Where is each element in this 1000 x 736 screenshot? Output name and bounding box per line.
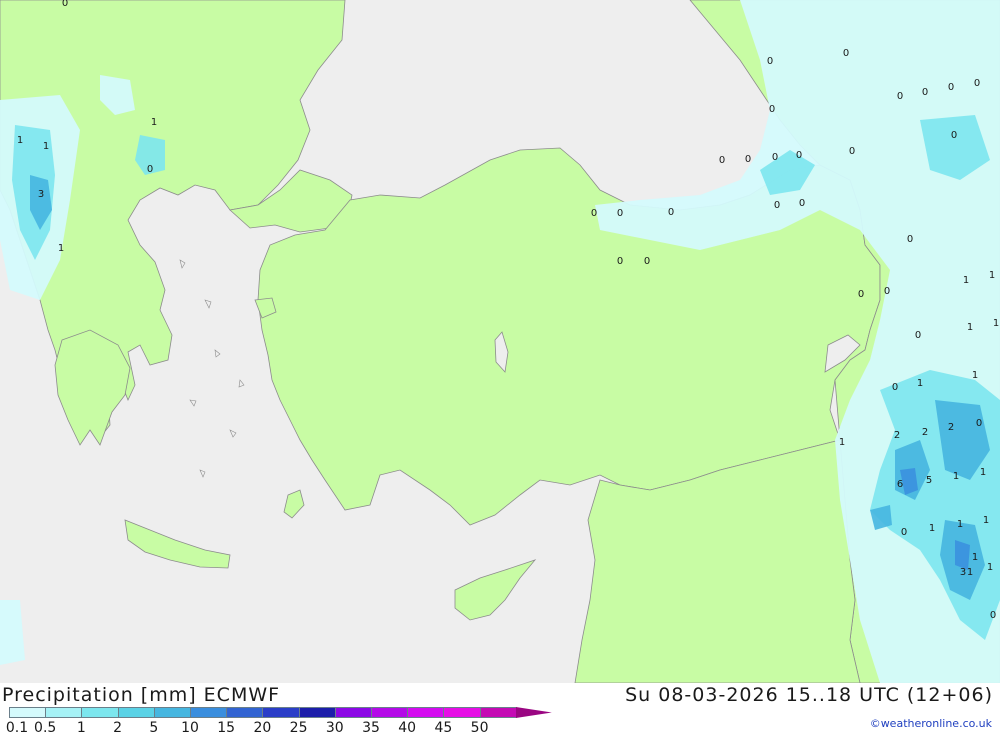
map-label: 0 bbox=[951, 130, 957, 141]
scale-swatch bbox=[153, 707, 191, 718]
map-label: 2 bbox=[948, 422, 954, 433]
map-label: 6 bbox=[897, 479, 903, 490]
map-label: 1 bbox=[953, 471, 959, 482]
map-label: 0 bbox=[767, 56, 773, 67]
scale-swatch bbox=[9, 707, 47, 718]
map-label: 1 bbox=[993, 318, 999, 329]
map-label: 0 bbox=[907, 234, 913, 245]
map-label: 0 bbox=[843, 48, 849, 59]
map-label: 1 bbox=[17, 135, 23, 146]
map-label: 1 bbox=[967, 322, 973, 333]
map-label: 0 bbox=[897, 91, 903, 102]
map-label: 1 bbox=[980, 467, 986, 478]
map-label: 1 bbox=[963, 275, 969, 286]
map-label: 0 bbox=[772, 152, 778, 163]
map-label: 0 bbox=[799, 198, 805, 209]
scale-swatch bbox=[298, 707, 336, 718]
scale-swatch bbox=[515, 707, 552, 718]
map-label: 3 bbox=[960, 567, 966, 578]
scale-swatch bbox=[190, 707, 228, 718]
scale-tick-label: 45 bbox=[434, 720, 453, 736]
scale-tick-label: 50 bbox=[470, 720, 489, 736]
scale-tick-label: 0.5 bbox=[34, 720, 57, 736]
map-label: 1 bbox=[983, 515, 989, 526]
scale-tick-label: 5 bbox=[149, 720, 159, 736]
scale-tick-label: 10 bbox=[181, 720, 199, 736]
scale-tick-label: 30 bbox=[325, 720, 344, 736]
map-label: 1 bbox=[967, 567, 973, 578]
map-label: 1 bbox=[957, 519, 963, 530]
map-label: 0 bbox=[884, 286, 890, 297]
map-label: 0 bbox=[644, 256, 650, 267]
map-label: 0 bbox=[62, 0, 68, 9]
map-label: 0 bbox=[591, 208, 597, 219]
scale-tick-label: 1 bbox=[76, 720, 86, 736]
map-title: Precipitation [mm] ECMWF bbox=[2, 684, 281, 706]
map-label: 0 bbox=[796, 150, 802, 161]
map-label: 5 bbox=[926, 475, 932, 486]
map-label: 0 bbox=[976, 418, 982, 429]
scale-swatch bbox=[443, 707, 481, 718]
scale-swatch bbox=[45, 707, 83, 718]
scale-swatch bbox=[226, 707, 264, 718]
map-label: 0 bbox=[901, 527, 907, 538]
map-label: 0 bbox=[617, 208, 623, 219]
map-label: 1 bbox=[151, 117, 157, 128]
map-label: 1 bbox=[972, 370, 978, 381]
forecast-datetime: Su 08-03-2026 15..18 UTC (12+06) bbox=[625, 684, 993, 706]
scale-swatch bbox=[479, 707, 517, 718]
scale-tick-label: 20 bbox=[253, 720, 272, 736]
map-label: 0 bbox=[774, 200, 780, 211]
credit-link[interactable]: ©weatheronline.co.uk bbox=[870, 717, 992, 730]
scale-tick-label: 35 bbox=[362, 720, 380, 736]
map-label: 0 bbox=[948, 82, 954, 93]
scale-swatch bbox=[81, 707, 119, 718]
scale-swatch bbox=[371, 707, 409, 718]
map-label: 0 bbox=[617, 256, 623, 267]
map-label: 1 bbox=[917, 378, 923, 389]
scale-tick-label: 15 bbox=[217, 720, 236, 736]
map-label: 0 bbox=[990, 610, 996, 621]
map-label: 0 bbox=[892, 382, 898, 393]
map-label: 1 bbox=[58, 243, 64, 254]
scale-swatch bbox=[262, 707, 300, 718]
map-label: 3 bbox=[38, 189, 44, 200]
scale-swatch bbox=[407, 707, 445, 718]
map-label: 2 bbox=[894, 430, 900, 441]
map-label: 1 bbox=[839, 437, 845, 448]
scale-tick-label: 0.1 bbox=[5, 720, 29, 736]
scale-tick-label: 2 bbox=[113, 720, 123, 736]
map-label: 2 bbox=[922, 427, 928, 438]
map-label: 0 bbox=[858, 289, 864, 300]
scale-swatch bbox=[334, 707, 372, 718]
map-label: 1 bbox=[989, 270, 995, 281]
map-label: 1 bbox=[929, 523, 935, 534]
scale-tick-label: 40 bbox=[398, 720, 417, 736]
map-label: 0 bbox=[668, 207, 674, 218]
footer-bar: Precipitation [mm] ECMWF Su 08-03-2026 1… bbox=[0, 683, 1000, 736]
map-label: 1 bbox=[43, 141, 49, 152]
map-label: 0 bbox=[915, 330, 921, 341]
map-label: 0 bbox=[849, 146, 855, 157]
map-label: 1 bbox=[972, 552, 978, 563]
map-label: 0 bbox=[769, 104, 775, 115]
map-label: 0 bbox=[147, 164, 153, 175]
scale-tick-label: 25 bbox=[289, 720, 308, 736]
precipitation-map[interactable]: 0 0 0 0 0 0 0 0 0 0 0 0 0 0 0 0 0 0 0 0 … bbox=[0, 0, 1000, 684]
map-label: 0 bbox=[974, 78, 980, 89]
scale-swatch bbox=[117, 707, 155, 718]
map-label: 0 bbox=[719, 155, 725, 166]
map-label: 0 bbox=[922, 87, 928, 98]
map-label: 0 bbox=[745, 154, 751, 165]
map-label: 1 bbox=[987, 562, 993, 573]
